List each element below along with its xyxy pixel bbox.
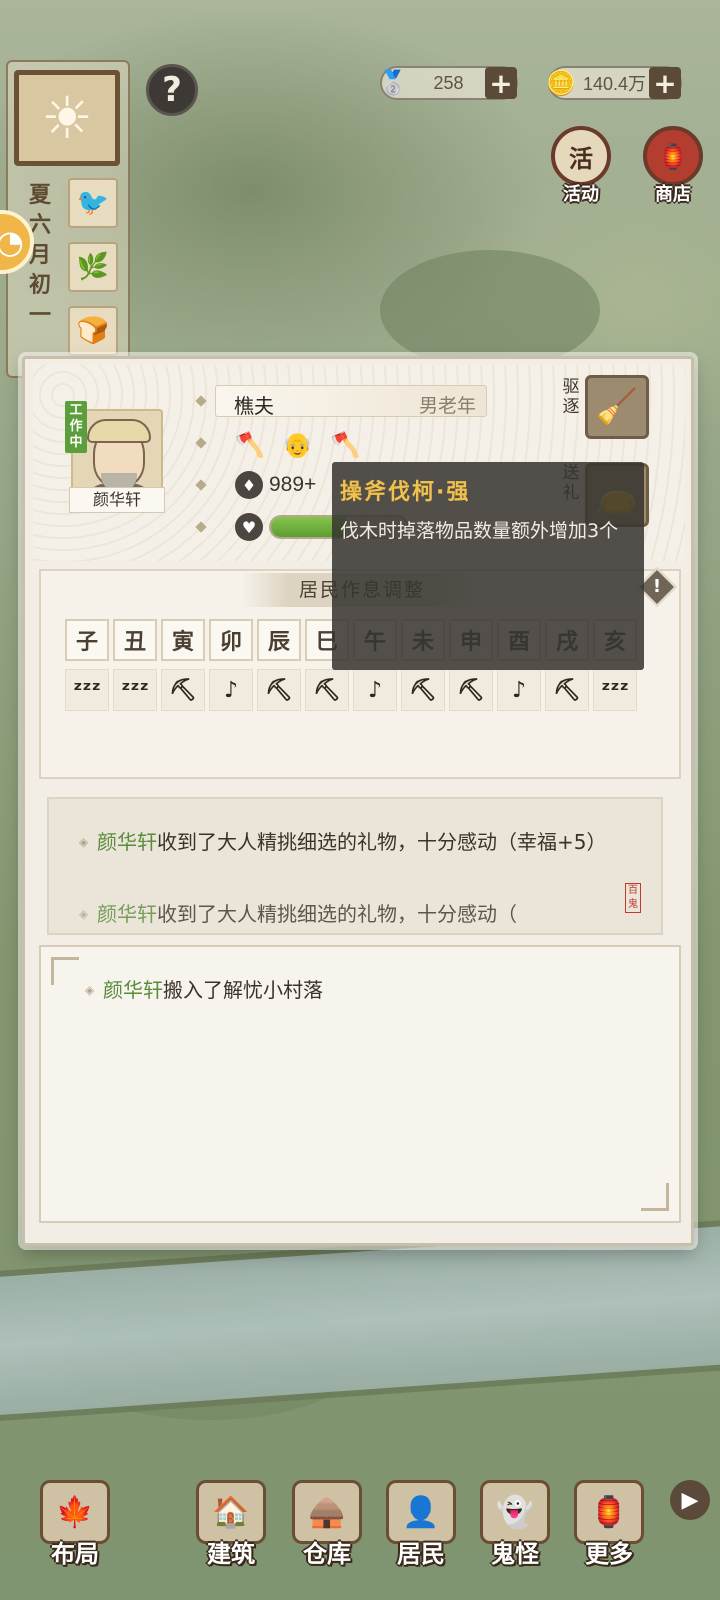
hour-cell: 寅 bbox=[161, 619, 205, 661]
expel-label: 驱逐 bbox=[562, 377, 580, 417]
nav-residents[interactable]: 👤 居民 bbox=[376, 1480, 466, 1600]
activity-label: 活动 bbox=[563, 184, 599, 205]
nav-label: 仓库 bbox=[303, 1539, 351, 1568]
activity-cell-rest-icon[interactable]: ♪ bbox=[353, 669, 397, 711]
trait-tooltip: 操斧伐柯·强 伐木时掉落物品数量额外增加3个 bbox=[332, 462, 644, 670]
activity-cell-rest-icon[interactable]: ♪ bbox=[497, 669, 541, 711]
nav-more[interactable]: 🏮 更多 bbox=[564, 1480, 654, 1600]
log-entry: 颜华轩收到了大人精挑细选的礼物，十分感动（ bbox=[79, 901, 617, 928]
hour-cell: 丑 bbox=[113, 619, 157, 661]
gift-log-box[interactable]: 颜华轩收到了大人精挑细选的礼物，十分感动（幸福+5） 颜华轩收到了大人精挑细选的… bbox=[47, 797, 663, 935]
herb-icon[interactable]: 🌿 bbox=[68, 242, 118, 292]
nav-next-arrow-icon[interactable]: ▶ bbox=[670, 1480, 710, 1520]
activity-cell-chop-icon[interactable]: ⛏ bbox=[449, 669, 493, 711]
job-title: 樵夫 bbox=[234, 394, 274, 418]
activity-button[interactable]: 活 活动 bbox=[548, 126, 614, 206]
nav-ghosts[interactable]: 👻 鬼怪 bbox=[470, 1480, 560, 1600]
trait-list: 🪓 👴 🪓 bbox=[235, 431, 361, 459]
silver-ingot-icon: 🥈 bbox=[378, 69, 408, 97]
sun-weather-icon[interactable]: ☀ bbox=[14, 70, 120, 166]
mountain bbox=[380, 250, 600, 370]
seal-stamp: 百鬼 bbox=[625, 883, 641, 913]
activity-cell-rest-icon[interactable]: ♪ bbox=[209, 669, 253, 711]
season-label: 夏 bbox=[28, 182, 51, 208]
shop-label: 商店 bbox=[655, 184, 691, 205]
help-icon: ? bbox=[162, 70, 182, 110]
log-text: 搬入了解忧小村落 bbox=[163, 978, 323, 1002]
log-entry: 颜华轩收到了大人精挑细选的礼物，十分感动（幸福+5） bbox=[79, 829, 617, 856]
nav-label: 鬼怪 bbox=[491, 1539, 539, 1568]
hour-cell: 辰 bbox=[257, 619, 301, 661]
day-char: 一 bbox=[28, 302, 51, 328]
corner-ornament bbox=[641, 1183, 669, 1211]
add-silver-button[interactable]: + bbox=[485, 67, 517, 100]
heart-icon: ♥ bbox=[235, 513, 263, 541]
status-badge: 工作中 bbox=[65, 401, 87, 453]
axe-strong-trait-icon[interactable]: 🪓 bbox=[331, 431, 361, 459]
stat-row: ♦ 989+ bbox=[235, 471, 316, 499]
river bbox=[0, 1216, 720, 1424]
nav-label: 更多 bbox=[585, 1539, 633, 1568]
activity-cell-chop-icon[interactable]: ⛏ bbox=[545, 669, 589, 711]
tooltip-title: 操斧伐柯·强 bbox=[340, 480, 471, 505]
nav-label: 布局 bbox=[51, 1539, 99, 1568]
log-resident-name: 颜华轩 bbox=[97, 902, 157, 926]
nav-label: 居民 bbox=[397, 1539, 445, 1568]
happiness-row: ♥ bbox=[235, 513, 263, 541]
log-resident-name: 颜华轩 bbox=[103, 978, 163, 1002]
activity-cell-sleep-icon[interactable]: ᶻᶻᶻ bbox=[593, 669, 637, 711]
nav-layout[interactable]: 🍁 布局 bbox=[30, 1480, 120, 1600]
add-coin-button[interactable]: + bbox=[649, 67, 681, 100]
activity-cell-chop-icon[interactable]: ⛏ bbox=[401, 669, 445, 711]
avatar-headwrap bbox=[87, 419, 151, 443]
log-text: 收到了大人精挑细选的礼物，十分感动（ bbox=[157, 902, 517, 926]
silver-value: 258 bbox=[433, 72, 464, 93]
tooltip-description: 伐木时掉落物品数量额外增加3个 bbox=[340, 520, 619, 542]
activity-cell-chop-icon[interactable]: ⛏ bbox=[257, 669, 301, 711]
shop-button[interactable]: 🏮 商店 bbox=[640, 126, 706, 206]
coin-value: 140.4万 bbox=[582, 74, 647, 94]
activity-cell-chop-icon[interactable]: ⛏ bbox=[161, 669, 205, 711]
corner-ornament bbox=[51, 957, 79, 985]
stamina-icon: ♦ bbox=[235, 471, 263, 499]
elder-trait-icon[interactable]: 👴 bbox=[283, 431, 313, 459]
help-button[interactable]: ? bbox=[146, 64, 198, 116]
day-char: 初 bbox=[28, 272, 51, 298]
silver-counter: 🥈 258 + bbox=[378, 66, 518, 100]
activity-row: ᶻᶻᶻ ᶻᶻᶻ ⛏ ♪ ⛏ ⛏ ♪ ⛏ ⛏ ♪ ⛏ ᶻᶻᶻ bbox=[65, 669, 637, 711]
log-resident-name: 颜华轩 bbox=[97, 830, 157, 854]
stat-value: 989+ bbox=[269, 473, 317, 496]
arrow-glyph: ▶ bbox=[681, 1487, 699, 1513]
nav-warehouse[interactable]: 🛖 仓库 bbox=[282, 1480, 372, 1600]
activity-cell-sleep-icon[interactable]: ᶻᶻᶻ bbox=[65, 669, 109, 711]
copper-coin-icon: 🪙 bbox=[546, 69, 576, 97]
nav-building[interactable]: 🏠 建筑 bbox=[186, 1480, 276, 1600]
resident-name: 颜华轩 bbox=[69, 487, 165, 513]
gender-age: 男老年 bbox=[418, 395, 476, 417]
hour-cell: 子 bbox=[65, 619, 109, 661]
activity-cell-sleep-icon[interactable]: ᶻᶻᶻ bbox=[113, 669, 157, 711]
hour-cell: 卯 bbox=[209, 619, 253, 661]
log-entry: 颜华轩搬入了解忧小村落 bbox=[85, 977, 623, 1004]
food-icon[interactable]: 🍞 bbox=[68, 306, 118, 356]
nav-label: 建筑 bbox=[207, 1539, 255, 1568]
coin-counter: 🪙 140.4万 + bbox=[546, 66, 682, 100]
event-log-box[interactable]: 颜华轩搬入了解忧小村落 bbox=[39, 945, 681, 1223]
activity-scroll-icon: 活 bbox=[551, 126, 611, 186]
log-text: 收到了大人精挑细选的礼物，十分感动（幸福+5） bbox=[157, 830, 607, 854]
expel-button[interactable]: 🧹 bbox=[585, 375, 649, 439]
crow-icon[interactable]: 🐦 bbox=[68, 178, 118, 228]
shop-icon: 🏮 bbox=[643, 126, 703, 186]
job-field: 樵夫 男老年 bbox=[215, 385, 487, 418]
broom-icon: 🧹 bbox=[595, 387, 639, 427]
axe-trait-icon[interactable]: 🪓 bbox=[235, 431, 265, 459]
activity-cell-chop-icon[interactable]: ⛏ bbox=[305, 669, 349, 711]
activity-icon-text: 活 bbox=[569, 143, 593, 173]
bottom-nav: 🍁 布局 🏠 建筑 🛖 仓库 👤 居民 👻 鬼怪 🏮 更多 bbox=[0, 1460, 720, 1600]
